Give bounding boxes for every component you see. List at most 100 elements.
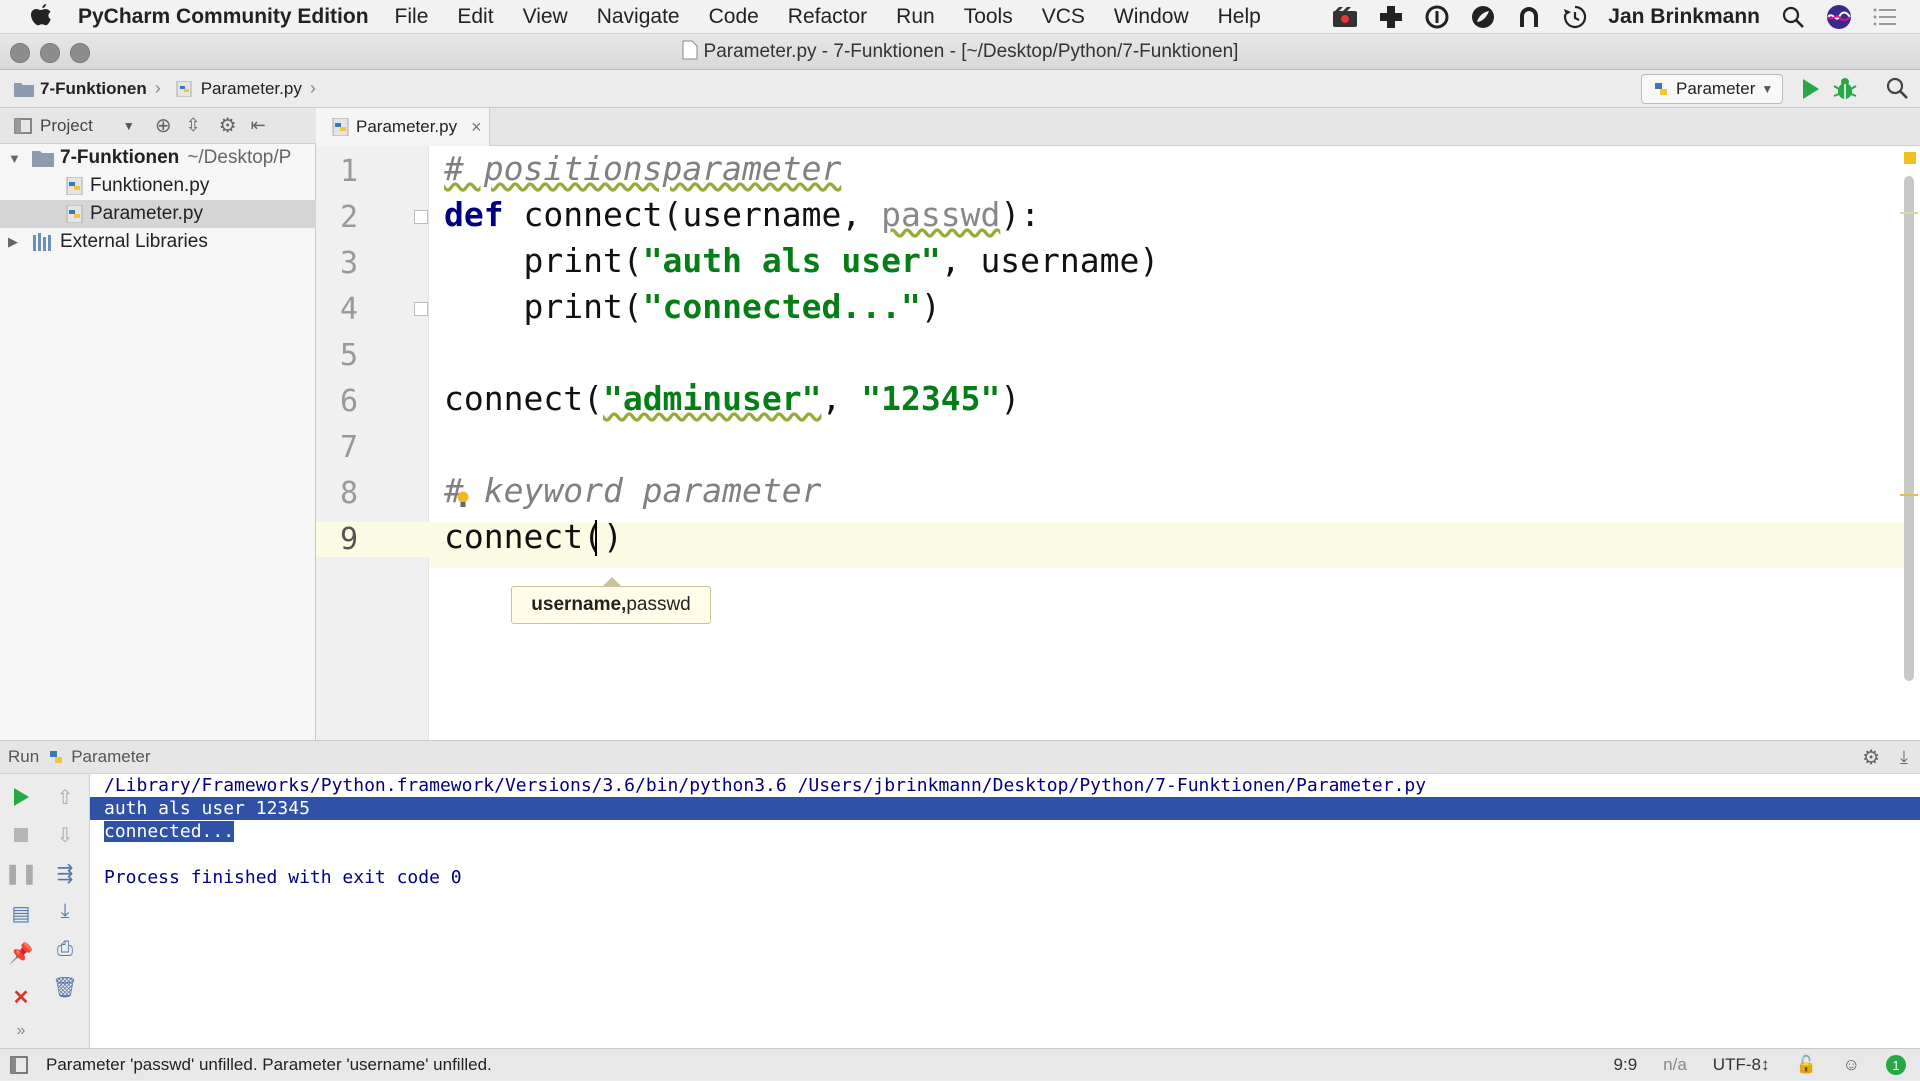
hide-run-panel-icon[interactable]: ⤓ xyxy=(1900,747,1908,768)
lock-icon[interactable]: 🔓 xyxy=(1795,1055,1816,1075)
parameter-info-tooltip: username, passwd xyxy=(511,586,711,624)
scroll-up-arrow-icon[interactable]: ⇧ xyxy=(52,784,78,810)
run-console[interactable]: /Library/Frameworks/Python.framework/Ver… xyxy=(90,774,1920,1048)
print-icon[interactable]: ⎙ xyxy=(52,936,78,962)
collapse-all-icon[interactable]: ⇳ xyxy=(186,115,201,136)
navigation-bar: 7-Funktionen › Parameter.py › xyxy=(0,70,1920,108)
soft-wrap-icon[interactable]: ⇶ xyxy=(52,860,78,886)
python-config-icon xyxy=(50,751,63,763)
run-button[interactable] xyxy=(1797,76,1823,102)
pin-tab-icon[interactable]: 📌 xyxy=(8,940,34,966)
code-line-6: connect("adminuser", "12345") xyxy=(444,379,1021,418)
inspection-warning-marker[interactable] xyxy=(1904,152,1916,164)
app-name[interactable]: PyCharm Community Edition xyxy=(78,5,369,29)
python-file-icon xyxy=(332,118,349,136)
run-panel-title: Run xyxy=(8,747,40,766)
menu-file[interactable]: File xyxy=(395,5,429,29)
menu-navigate[interactable]: Navigate xyxy=(597,5,680,29)
notification-center-icon[interactable] xyxy=(1872,4,1898,30)
project-view-label[interactable]: Project xyxy=(40,116,93,136)
code-line-3: print("auth als user", username) xyxy=(444,241,1160,280)
project-panel-header: Project ▼ ⊕ ⇳ ⚙ ⇤ xyxy=(0,108,316,144)
pause-icon[interactable]: ❚❚ xyxy=(4,860,38,886)
history-clock-icon[interactable] xyxy=(1562,4,1588,30)
menu-vcs[interactable]: VCS xyxy=(1042,5,1085,29)
event-log-badge-icon[interactable]: 1 xyxy=(1886,1055,1906,1075)
breadcrumb-separator: › xyxy=(309,78,316,98)
menu-code[interactable]: Code xyxy=(709,5,759,29)
line-number: 6 xyxy=(340,384,359,419)
run-settings-gear-icon[interactable]: ⚙ xyxy=(1862,745,1880,770)
run-configuration-select[interactable]: Parameter ▼ xyxy=(1641,74,1783,104)
caret-position[interactable]: 9:9 xyxy=(1614,1055,1638,1075)
hector-inspector-icon[interactable]: ☺ xyxy=(1843,1055,1860,1075)
line-number: 3 xyxy=(340,246,359,281)
siri-icon[interactable] xyxy=(1826,4,1852,30)
python-file-icon xyxy=(176,80,192,97)
clear-trash-icon[interactable]: 🗑 xyxy=(52,974,78,1000)
apple-icon[interactable] xyxy=(26,2,56,32)
menu-tools[interactable]: Tools xyxy=(964,5,1013,29)
close-run-icon[interactable]: ✕ xyxy=(8,984,34,1010)
rerun-button[interactable] xyxy=(8,784,34,810)
menu-help[interactable]: Help xyxy=(1218,5,1261,29)
tree-external-libraries[interactable]: ▶ External Libraries xyxy=(0,228,316,256)
fold-marker-icon[interactable] xyxy=(414,210,428,224)
code-line-1: # positionsparameter xyxy=(444,149,842,188)
python-config-icon xyxy=(1655,83,1667,95)
user-name[interactable]: Jan Brinkmann xyxy=(1608,5,1760,29)
intention-bulb-icon[interactable] xyxy=(456,491,470,509)
hide-panel-icon[interactable]: ⇤ xyxy=(251,115,266,136)
expand-arrow-icon[interactable]: ▼ xyxy=(8,151,22,166)
scroll-down-arrow-icon[interactable]: ⇩ xyxy=(52,822,78,848)
tooltip-pointer xyxy=(603,577,621,586)
fold-marker-icon[interactable] xyxy=(414,302,428,316)
editor-vertical-scrollbar[interactable] xyxy=(1904,176,1914,681)
bug-icon xyxy=(1833,78,1857,99)
error-stripe-mark[interactable] xyxy=(1900,212,1918,214)
menu-run[interactable]: Run xyxy=(896,5,935,29)
screen-recorder-icon[interactable] xyxy=(1332,4,1358,30)
plus-cross-icon[interactable] xyxy=(1378,4,1404,30)
breadcrumb-file[interactable]: Parameter.py › xyxy=(175,78,316,99)
tree-root-folder[interactable]: ▼ 7-Funktionen ~/Desktop/P xyxy=(0,144,316,172)
minimize-window-button[interactable] xyxy=(40,43,60,63)
menu-window[interactable]: Window xyxy=(1114,5,1189,29)
menu-view[interactable]: View xyxy=(523,5,568,29)
folder-icon xyxy=(32,151,54,167)
leaf-icon[interactable] xyxy=(1470,4,1496,30)
project-tool-window: Project ▼ ⊕ ⇳ ⚙ ⇤ ▼ 7-Funktionen ~/Deskt… xyxy=(0,108,316,840)
debug-button[interactable] xyxy=(1832,76,1858,102)
tree-file-parameter[interactable]: Parameter.py xyxy=(0,200,316,228)
file-encoding[interactable]: UTF-8↕ xyxy=(1713,1055,1770,1075)
project-view-dropdown-icon[interactable]: ▼ xyxy=(123,119,135,133)
tree-file-funktionen[interactable]: Funktionen.py xyxy=(0,172,316,200)
spotlight-search-icon[interactable] xyxy=(1780,4,1806,30)
search-everywhere-icon[interactable] xyxy=(1885,76,1911,102)
menu-refactor[interactable]: Refactor xyxy=(788,5,867,29)
line-number: 1 xyxy=(340,154,359,189)
tool-windows-toggle-icon[interactable] xyxy=(10,1055,28,1074)
password-manager-icon[interactable] xyxy=(1424,4,1450,30)
line-number: 8 xyxy=(340,476,359,511)
stop-icon xyxy=(14,828,28,842)
error-stripe-mark[interactable] xyxy=(1900,494,1918,496)
line-separator-indicator[interactable]: n/a xyxy=(1663,1055,1687,1075)
run-config-name[interactable]: Parameter xyxy=(71,747,150,767)
more-actions-icon[interactable]: » xyxy=(8,1018,34,1044)
time-machine-arch-icon[interactable] xyxy=(1516,4,1542,30)
zoom-window-button[interactable] xyxy=(70,43,90,63)
code-line-4: print("connected...") xyxy=(444,287,941,326)
close-window-button[interactable] xyxy=(10,43,30,63)
expand-arrow-icon[interactable]: ▶ xyxy=(8,234,22,250)
editor-tab-parameter[interactable]: Parameter.py × xyxy=(316,108,490,146)
stop-button[interactable] xyxy=(8,822,34,848)
breadcrumb-project[interactable]: 7-Funktionen › xyxy=(14,78,161,99)
restore-layout-icon[interactable]: ▤ xyxy=(8,900,34,926)
menu-edit[interactable]: Edit xyxy=(457,5,493,29)
code-editor[interactable]: 1 2 3 4 5 6 7 8 9 # positionsparameter d… xyxy=(316,146,1920,740)
scroll-to-end-icon[interactable]: ⤓ xyxy=(52,898,78,924)
settings-gear-icon[interactable]: ⚙ xyxy=(219,113,237,138)
locate-target-icon[interactable]: ⊕ xyxy=(155,113,172,138)
close-tab-icon[interactable]: × xyxy=(471,117,482,138)
